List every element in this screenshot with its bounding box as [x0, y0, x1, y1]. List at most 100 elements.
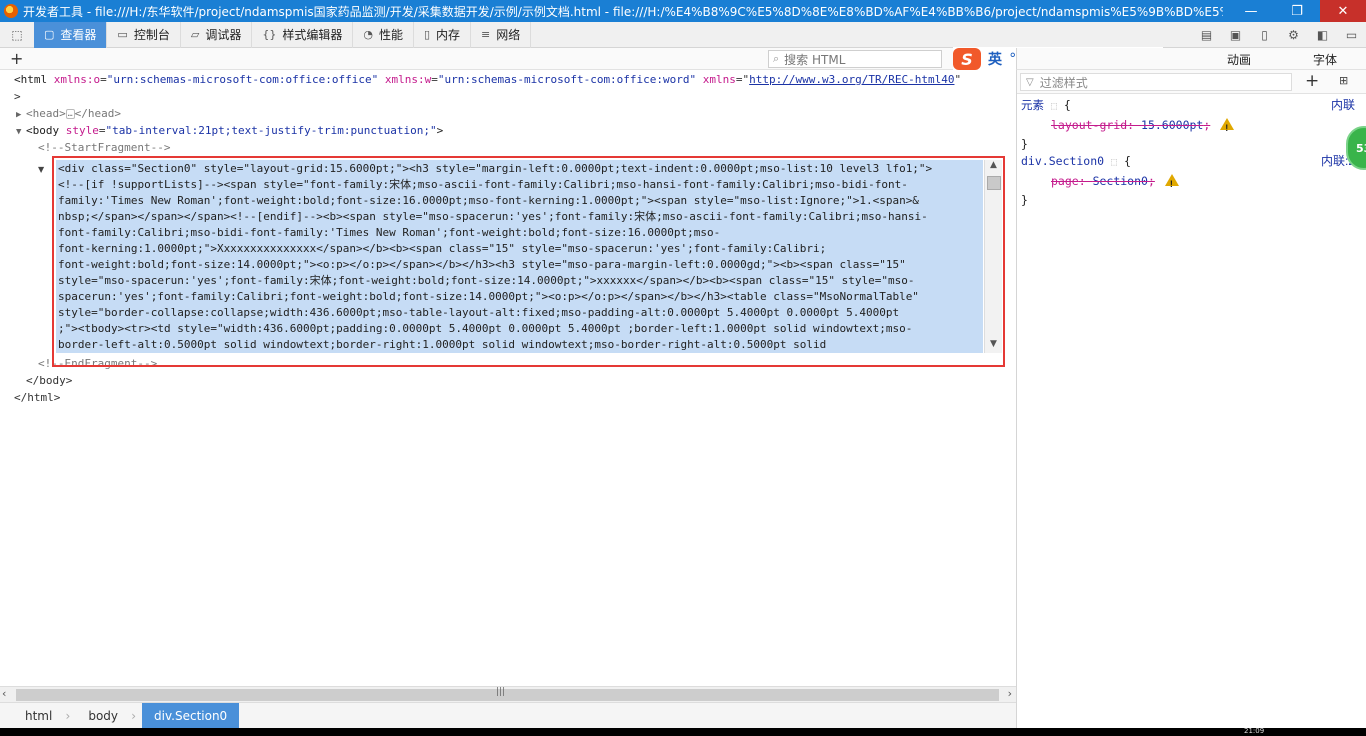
tab-console[interactable]: ▭ 控制台	[107, 21, 181, 48]
window-title: 开发者工具 - file:///H:/东华软件/project/ndamspmi…	[23, 4, 1223, 19]
close-button[interactable]: ✕	[1320, 0, 1366, 22]
settings-gear-icon[interactable]: ⚙	[1279, 28, 1308, 42]
markup-node-html[interactable]: <html xmlns:o="urn:schemas-microsoft-com…	[14, 72, 961, 89]
frame-select-icon[interactable]: ▣	[1221, 28, 1250, 42]
highlight-box	[52, 156, 1005, 367]
dock-side-icon[interactable]: ◧	[1308, 28, 1337, 42]
tab-animations[interactable]: 动画	[1227, 51, 1251, 68]
breadcrumb-body[interactable]: body ›	[64, 703, 136, 729]
tag-end: >	[436, 124, 444, 137]
class-toggle-icon[interactable]: ⊞	[1339, 74, 1348, 87]
tab-label: 样式编辑器	[282, 28, 343, 42]
search-icon: ⌕	[773, 52, 780, 65]
window-title-bar: 开发者工具 - file:///H:/东华软件/project/ndamspmi…	[0, 0, 1366, 22]
tab-performance[interactable]: ◔ 性能	[353, 21, 414, 48]
rule-gear-icon[interactable]: ⬚	[1051, 101, 1057, 112]
css-rule-section0[interactable]: div.Section0 ⬚ {内联:2 page: Section0; }	[1021, 152, 1361, 210]
tab-debugger[interactable]: ▱ 调试器	[181, 21, 253, 48]
decl-property: layout-grid	[1051, 118, 1128, 132]
markup-node-head[interactable]: ▶ <head>… </head>	[16, 106, 121, 124]
tag-name: </head>	[74, 107, 121, 120]
search-placeholder: 搜索 HTML	[784, 52, 846, 67]
tab-label: 查看器	[60, 28, 97, 42]
decl-value: 15.6000pt	[1141, 118, 1204, 132]
attr-value: "urn:schemas-microsoft-com:office:office…	[106, 73, 379, 86]
markup-toolbar: + ⌕ 搜索 HTML	[0, 48, 1016, 70]
scroll-right-icon[interactable]: ›	[1008, 687, 1012, 700]
firefox-logo-icon	[4, 4, 18, 18]
tag-name: <html	[14, 73, 48, 86]
memory-icon: ▯	[423, 28, 431, 41]
attr-value: "tab-interval:21pt;text-justify-trim:pun…	[105, 124, 437, 137]
warning-icon	[1220, 118, 1235, 138]
search-html-input[interactable]: ⌕ 搜索 HTML	[768, 50, 942, 68]
breadcrumb-html[interactable]: html ›	[0, 703, 70, 729]
filter-styles-input[interactable]: ▽ 过滤样式	[1020, 73, 1292, 91]
rules-panel: ▽ 过滤样式 + ⊞ 元素 ⬚ {内联 layout-grid: 15.6000…	[1016, 70, 1366, 728]
tab-network[interactable]: ≡ 网络	[471, 21, 532, 48]
rule-selector: div.Section0	[1021, 154, 1105, 168]
ime-mode-label[interactable]: 英	[988, 49, 1002, 69]
markup-horizontal-scrollbar[interactable]: ‹ ||| ›	[0, 686, 1016, 702]
breadcrumb: html › body › div.Section0	[0, 702, 1016, 729]
markup-body-close[interactable]: </body>	[26, 373, 72, 390]
restore-button[interactable]: ❐	[1274, 0, 1320, 22]
tab-style-editor[interactable]: {} 样式编辑器	[252, 21, 354, 48]
css-declaration[interactable]: page: Section0;	[1021, 172, 1361, 194]
markup-node-body[interactable]: ▼ <body style="tab-interval:21pt;text-jus…	[16, 123, 443, 141]
tab-label: 网络	[496, 28, 521, 42]
collapse-arrow-icon[interactable]: ▼	[16, 124, 26, 141]
attr-name: xmlns:w	[378, 73, 432, 86]
responsive-design-icon[interactable]: ▯	[1250, 28, 1279, 42]
scroll-left-icon[interactable]: ‹	[2, 687, 6, 700]
attr-name: xmlns	[696, 73, 736, 86]
tab-label: 调试器	[205, 28, 242, 42]
tab-inspector[interactable]: ▢ 查看器	[34, 21, 108, 48]
collapse-arrow-icon[interactable]: ▼	[38, 165, 44, 174]
breadcrumb-label: body	[88, 708, 119, 723]
os-taskbar: 21:09	[0, 728, 1366, 736]
css-rule-element[interactable]: 元素 ⬚ {内联 layout-grid: 15.6000pt; }	[1021, 96, 1361, 154]
rule-source-link[interactable]: 内联	[1331, 96, 1355, 115]
attr-value: "urn:schemas-microsoft-com:office:word"	[437, 73, 697, 86]
performance-icon: ◔	[363, 28, 373, 41]
filter-icon: ▽	[1026, 76, 1034, 88]
collapsed-ellipsis-icon[interactable]: …	[65, 109, 75, 119]
split-console-icon[interactable]: ▤	[1192, 28, 1221, 42]
chevron-right-icon: ›	[131, 708, 137, 723]
markup-comment-start[interactable]: <!--StartFragment-->	[38, 140, 170, 157]
filter-placeholder: 过滤样式	[1039, 75, 1088, 90]
breadcrumb-label: html	[25, 708, 53, 723]
breadcrumb-div-section0[interactable]: div.Section0	[142, 702, 240, 729]
tab-fonts[interactable]: 字体	[1313, 51, 1337, 68]
tab-memory[interactable]: ▯ 内存	[414, 21, 472, 48]
attr-name: xmlns:o	[47, 73, 101, 86]
rule-gear-icon[interactable]: ⬚	[1111, 157, 1117, 168]
rule-selector: 元素	[1021, 98, 1044, 112]
expand-arrow-icon[interactable]: ▶	[16, 107, 26, 124]
scroll-grip-icon: |||	[496, 687, 506, 697]
tab-label: 控制台	[133, 28, 170, 42]
tag-name: <head>	[26, 107, 66, 120]
css-declaration[interactable]: layout-grid: 15.6000pt;	[1021, 116, 1361, 138]
tab-label: 内存	[436, 28, 461, 42]
tag-name: <body	[26, 124, 60, 137]
network-icon: ≡	[481, 28, 491, 41]
decl-property: page	[1051, 174, 1079, 188]
sogou-logo[interactable]: S	[953, 48, 981, 70]
minimize-button[interactable]: —	[1228, 0, 1274, 22]
sidebar-tabs: 动画 字体	[1016, 48, 1366, 70]
style-editor-icon: {}	[262, 28, 277, 41]
element-picker-icon[interactable]: ⬚	[0, 22, 34, 48]
markup-html-gt: >	[14, 90, 21, 103]
scroll-thumb[interactable]	[16, 689, 999, 701]
markup-html-close[interactable]: </html>	[14, 390, 60, 407]
clock: 21:09	[1244, 727, 1265, 735]
tab-label: 性能	[378, 28, 403, 42]
decl-value: Section0	[1092, 174, 1148, 188]
console-icon: ▭	[117, 28, 128, 41]
add-rule-icon[interactable]: +	[1305, 71, 1319, 91]
add-node-icon[interactable]: +	[10, 49, 23, 68]
dock-bottom-icon[interactable]: ▭	[1337, 28, 1366, 42]
attr-link[interactable]: http://www.w3.org/TR/REC-html40	[749, 73, 954, 86]
